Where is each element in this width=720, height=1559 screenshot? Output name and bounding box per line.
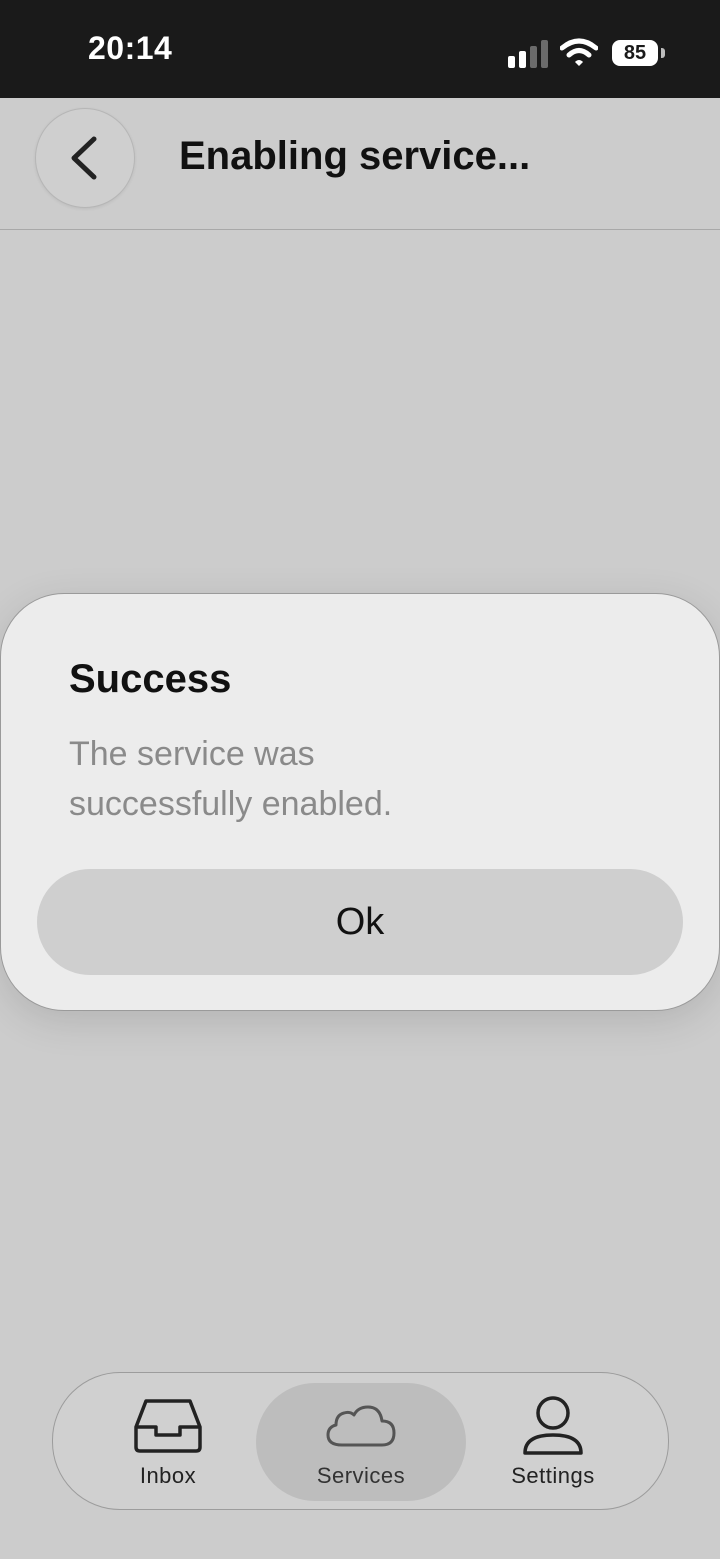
- battery-tip: [661, 48, 665, 58]
- status-bar: 20:14 85: [0, 0, 720, 98]
- tab-settings[interactable]: Settings: [488, 1373, 618, 1509]
- status-time: 20:14: [88, 30, 173, 66]
- tab-services-label: Services: [316, 1463, 406, 1488]
- inbox-tray-icon: [134, 1399, 202, 1453]
- signal-icon: [508, 40, 548, 68]
- tab-inbox[interactable]: Inbox: [103, 1373, 233, 1509]
- battery-level: 85: [612, 40, 658, 66]
- tab-bar: Inbox Services Settings: [52, 1372, 669, 1510]
- wifi-icon: [560, 38, 598, 66]
- header: Enabling service...: [0, 98, 720, 230]
- tab-settings-label: Settings: [511, 1463, 595, 1488]
- alert-title: Success: [69, 657, 232, 701]
- chevron-left-icon: [71, 136, 97, 180]
- page-title: Enabling service...: [179, 134, 531, 178]
- ok-button[interactable]: Ok: [37, 869, 683, 975]
- alert-message: The service was successfully enabled.: [69, 735, 393, 823]
- battery-icon: 85: [612, 40, 666, 68]
- cloud-icon: [326, 1405, 396, 1447]
- tab-services[interactable]: Services: [256, 1383, 466, 1501]
- back-button[interactable]: [35, 108, 135, 208]
- tab-inbox-label: Inbox: [139, 1463, 197, 1488]
- person-icon: [523, 1396, 583, 1455]
- success-alert: Success The service was successfully ena…: [0, 593, 720, 1011]
